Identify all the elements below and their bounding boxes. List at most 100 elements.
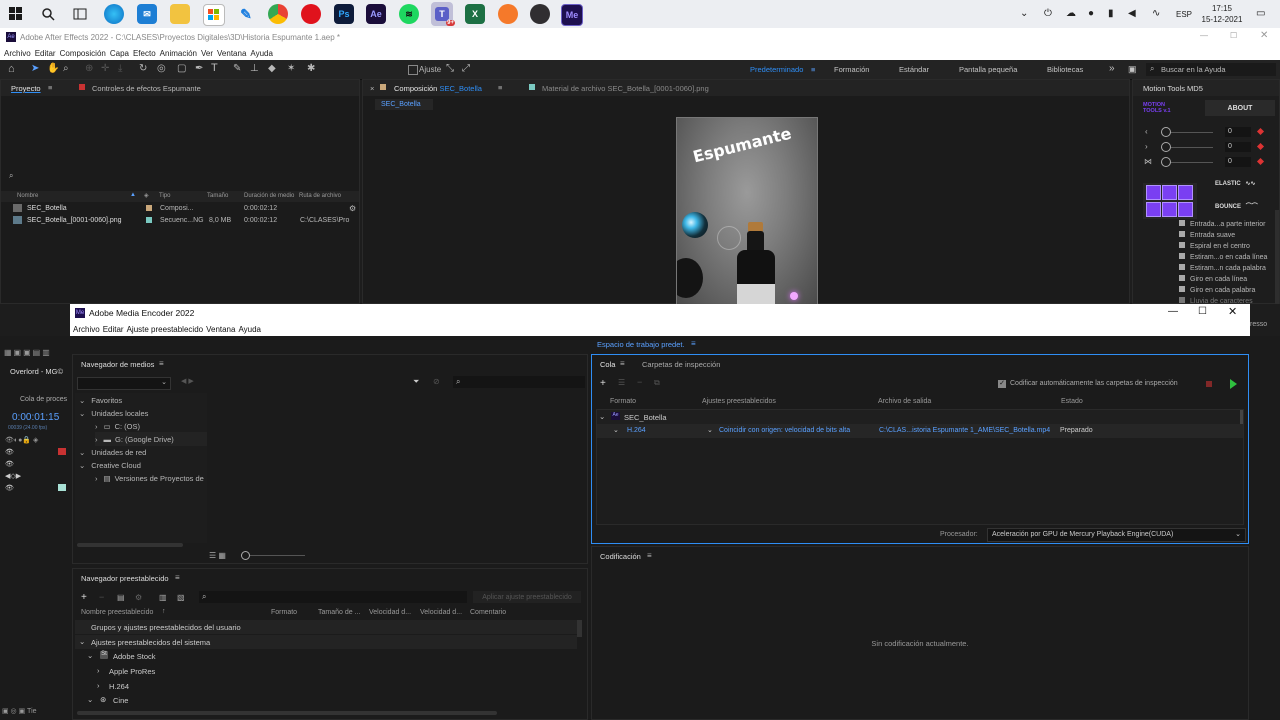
preset-row[interactable]: ⌄ ⊛ Cine — [75, 693, 577, 707]
pen-icon[interactable]: ✎ — [236, 4, 256, 24]
minimize-button[interactable]: — — [1168, 306, 1178, 317]
pen-tool-icon[interactable]: ✒ — [195, 63, 203, 74]
remove-icon[interactable]: − — [637, 377, 642, 387]
preset-search-input[interactable]: ⌕ — [199, 591, 467, 603]
bounce-button[interactable]: BOUNCE ⌒⌒ — [1215, 201, 1258, 210]
edge-icon[interactable] — [104, 4, 124, 24]
elastic-button[interactable]: ELASTIC ∿∿ — [1215, 180, 1255, 187]
list-item[interactable]: Entrada...a parte interior — [1179, 220, 1266, 228]
view-toggle-icons[interactable]: ☰ ▦ — [209, 551, 226, 560]
preset-row[interactable]: › H.264 — [75, 679, 577, 693]
workspace-bibliotecas[interactable]: Bibliotecas — [1047, 65, 1083, 74]
composition-menu-icon[interactable]: ≡ — [498, 83, 502, 92]
view-option-icon[interactable]: ⊘ — [433, 377, 440, 386]
preset-browser-menu-icon[interactable]: ≡ — [175, 573, 180, 582]
column-ruta[interactable]: Ruta de archivo — [299, 193, 341, 199]
store-icon[interactable] — [203, 4, 225, 26]
timeline-tab[interactable]: Overlord - MG© — [10, 367, 63, 376]
language-indicator[interactable]: ESP — [1176, 10, 1192, 19]
menu-archivo[interactable]: Archivo — [73, 325, 100, 334]
anchor-top-left-button[interactable] — [1146, 185, 1161, 200]
scrollbar[interactable] — [577, 620, 582, 637]
preset-row[interactable]: Grupos y ajustes preestablecidos del usu… — [75, 620, 577, 634]
pan-tool-icon[interactable]: ✛ — [101, 63, 109, 74]
maximize-button[interactable]: ☐ — [1198, 306, 1207, 317]
preset-row[interactable]: ⌄ St Adobe Stock — [75, 649, 577, 663]
mail-icon[interactable]: ✉ — [137, 4, 157, 24]
column-nombre-preestablecido[interactable]: Nombre preestablecido — [81, 609, 153, 616]
usb-icon[interactable]: ⏻ — [1044, 8, 1052, 19]
slider-handle[interactable] — [1161, 157, 1171, 167]
column-estado[interactable]: Estado — [1061, 398, 1083, 405]
camera-behind-tool-icon[interactable]: ◎ — [157, 63, 166, 74]
keyframe-icon[interactable] — [1256, 142, 1265, 151]
menu-ajuste-preestablecido[interactable]: Ajuste preestablecido — [127, 325, 204, 334]
snap-icon[interactable]: ⤡ — [446, 63, 454, 74]
puppet-tool-icon[interactable]: ✱ — [307, 63, 315, 74]
menu-ayuda[interactable]: Ayuda — [250, 49, 273, 58]
column-formato[interactable]: Formato — [271, 609, 297, 616]
snap-option-icon[interactable]: ⤢ — [462, 63, 470, 74]
after-effects-icon[interactable]: Ae — [366, 4, 386, 24]
workspace-predeterminado[interactable]: Predeterminado — [750, 65, 803, 74]
menu-capa[interactable]: Capa — [110, 49, 129, 58]
label-tag-icon[interactable]: ◈ — [144, 192, 149, 199]
ease-both-value[interactable]: 0 — [1225, 157, 1251, 167]
queue-group-row[interactable]: ⌄ Ae SEC_Botella — [597, 410, 1243, 424]
export-preset-icon[interactable]: ▧ — [177, 593, 185, 602]
preset-browser-title[interactable]: Navegador preestablecido — [81, 574, 169, 583]
workspace-pantalla-pequena[interactable]: Pantalla pequeña — [959, 65, 1017, 74]
menu-ayuda[interactable]: Ayuda — [238, 325, 261, 334]
visibility-icon[interactable]: 👁 — [5, 460, 14, 468]
dolly-tool-icon[interactable]: ⤓ — [118, 63, 122, 74]
eraser-tool-icon[interactable]: ◆ — [268, 63, 276, 74]
column-formato[interactable]: Formato — [610, 398, 636, 405]
menu-ventana[interactable]: Ventana — [206, 325, 235, 334]
menu-composicion[interactable]: Composición — [60, 49, 106, 58]
add-source-icon[interactable]: + — [600, 378, 606, 389]
panel-icon[interactable]: ▣ — [1128, 64, 1137, 75]
close-button[interactable]: ✕ — [1228, 305, 1237, 318]
motion-tools-tab[interactable]: Motion Tools MD5 — [1143, 84, 1203, 93]
zoom-slider[interactable] — [243, 555, 305, 556]
project-menu-icon[interactable]: ≡ — [48, 83, 52, 92]
keyframe-icon[interactable] — [1256, 157, 1265, 166]
sort-arrow-icon[interactable]: ↑ — [162, 608, 166, 615]
list-item[interactable]: Estiram...o en cada línea — [1179, 253, 1267, 261]
column-tipo[interactable]: Tipo — [159, 193, 170, 199]
list-item[interactable]: Giro en cada línea — [1179, 275, 1247, 283]
obs-icon[interactable] — [530, 4, 550, 24]
composition-preview[interactable]: Espumante — [676, 117, 818, 305]
blender-icon[interactable] — [498, 4, 518, 24]
workspace-label[interactable]: Espacio de trabajo predet. — [597, 340, 685, 349]
timecode[interactable]: 0:00:01:15 — [12, 412, 59, 423]
scrollbar[interactable] — [77, 711, 497, 715]
tab-cola[interactable]: Cola — [600, 360, 615, 369]
auto-encode-checkbox[interactable]: ✓ — [998, 380, 1006, 388]
comp-breadcrumb[interactable]: SEC_Botella — [375, 99, 433, 110]
workspace-menu-icon[interactable]: ≡ — [691, 339, 696, 348]
media-encoder-icon[interactable]: Me — [561, 4, 583, 26]
scrollbar[interactable] — [1240, 410, 1243, 424]
maximize-button[interactable]: ☐ — [1230, 31, 1237, 40]
roto-brush-tool-icon[interactable]: ✶ — [287, 63, 295, 74]
workspace-formacion[interactable]: Formación — [834, 65, 869, 74]
tree-item-unidades-red[interactable]: ⌄ Unidades de red — [79, 445, 207, 459]
list-item[interactable]: Estiram...n cada palabra — [1179, 264, 1266, 272]
back-arrow-icon[interactable]: ◀ ▶ — [181, 377, 194, 385]
spotify-icon[interactable]: ≋ — [399, 4, 419, 24]
project-search-input[interactable]: ⌕ — [7, 171, 357, 183]
visibility-icon[interactable]: 👁 — [5, 484, 14, 492]
location-dropdown[interactable]: ⌄ — [77, 377, 171, 390]
layer-switches-icons[interactable]: 👁◐●🔒 ◈ — [5, 436, 38, 444]
battery-icon[interactable]: ▮ — [1108, 8, 1114, 19]
column-velocidad-1[interactable]: Velocidad d... — [369, 609, 411, 616]
tab-material-archivo[interactable]: Material de archivo SEC_Botella_[0001-00… — [542, 84, 709, 93]
anchor-top-right-button[interactable] — [1178, 185, 1193, 200]
excel-icon[interactable]: X — [465, 4, 485, 24]
column-archivo-salida[interactable]: Archivo de salida — [878, 398, 931, 405]
ajuste-checkbox[interactable] — [408, 65, 418, 75]
tree-item-favoritos[interactable]: ⌄ Favoritos — [79, 393, 207, 407]
list-item[interactable]: Entrada suave — [1179, 231, 1235, 239]
opera-icon[interactable] — [301, 4, 321, 24]
